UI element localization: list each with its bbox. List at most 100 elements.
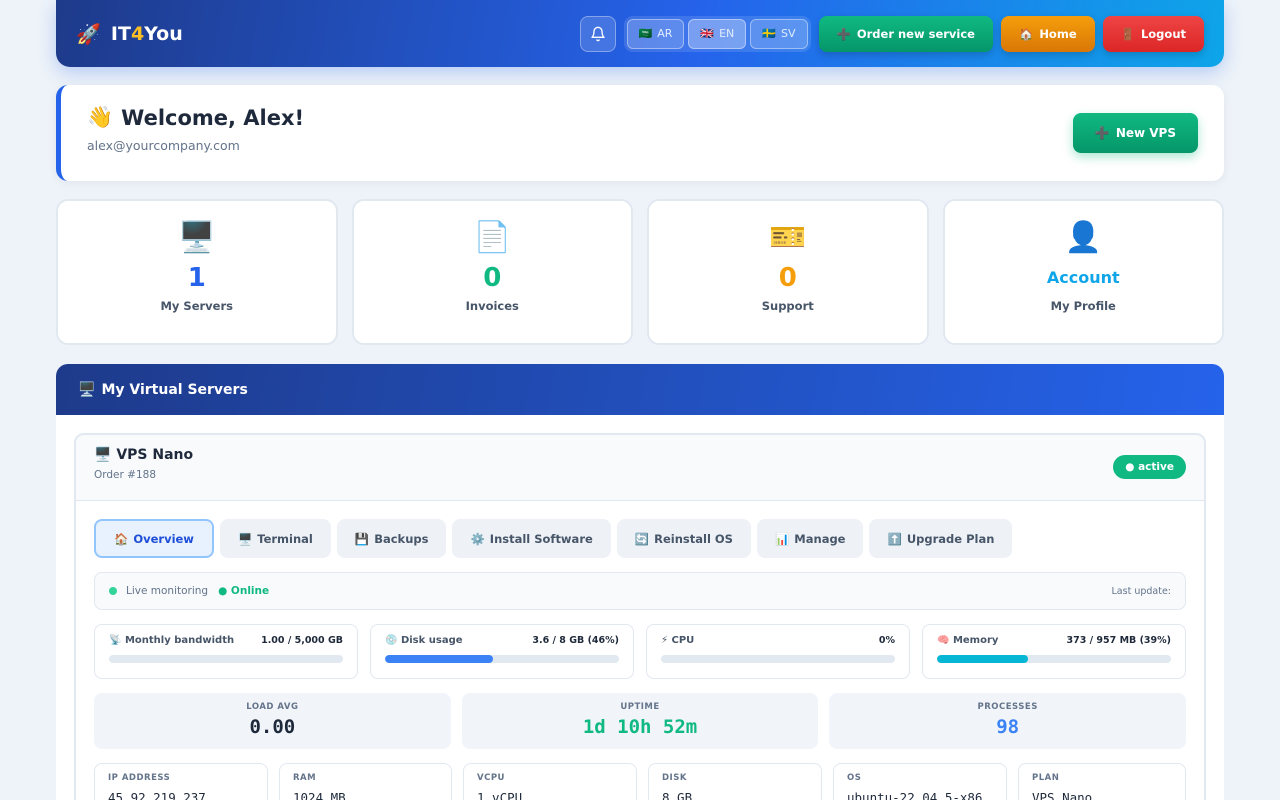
info-caption: RAM (293, 773, 317, 783)
uk-flag-icon: 🇬🇧 (700, 27, 715, 40)
meter-name: Disk usage (400, 635, 463, 646)
section-title: My Virtual Servers (101, 381, 248, 398)
meter-name: Memory (952, 635, 999, 646)
info-ram: RAM 1024 MB (279, 763, 452, 800)
progress-bar (109, 655, 343, 663)
tab-overview[interactable]: 🏠 Overview (94, 519, 214, 558)
tab-label: Backups (374, 531, 429, 546)
stat-processes: PROCESSES 98 (829, 693, 1187, 749)
info-caption: PLAN (1032, 773, 1060, 783)
info-caption: VCPU (477, 773, 505, 783)
lang-button-en[interactable]: 🇬🇧 EN (688, 18, 747, 49)
stat-number: 98 (996, 716, 1020, 738)
server-info-grid: IP ADDRESS 45.92.219.237 RAM 1024 MB VCP… (94, 763, 1186, 800)
meter-name: CPU (671, 635, 695, 646)
disc-icon: 💿 (385, 635, 398, 646)
info-value: 8 GB (662, 790, 693, 800)
tab-terminal[interactable]: 🖥️ Terminal (219, 519, 331, 558)
welcome-heading: 👋 Welcome, Alex! (87, 105, 1198, 130)
bar-chart-icon: 📊 (774, 531, 790, 546)
system-stats: LOAD AVG 0.00 UPTIME 1d 10h 52m PROCESSE… (94, 693, 1187, 749)
brand-logo[interactable]: 🚀 IT4You (76, 22, 183, 46)
servers-section-header: 🖥️ My Virtual Servers (56, 364, 1224, 415)
info-caption: OS (847, 773, 862, 783)
progress-bar (385, 655, 619, 663)
stat-card-account[interactable]: 👤 Account My Profile (942, 199, 1224, 345)
button-label: New VPS (1115, 126, 1176, 140)
plus-icon: ➕ (836, 26, 851, 41)
computer-icon: 🖥️ (94, 447, 112, 463)
home-button[interactable]: 🏠 Home (1000, 15, 1095, 52)
meter-amount: 373 / 957 MB (39%) (1066, 635, 1171, 646)
vps-tabs: 🏠 Overview 🖥️ Terminal 💾 Backups ⚙️ Install … (94, 519, 1013, 558)
plus-icon: ➕ (1094, 126, 1110, 140)
meter-disk: 💿 Disk usage 3.6 / 8 GB (46%) (370, 624, 634, 679)
usage-meters: 📡 Monthly bandwidth 1.00 / 5,000 GB 💿 Dis… (94, 624, 1186, 679)
logout-button[interactable]: 🚪 Logout (1102, 15, 1204, 52)
lang-label: EN (719, 27, 735, 40)
new-vps-button[interactable]: ➕ New VPS (1072, 113, 1198, 153)
door-icon: 🚪 (1120, 26, 1135, 41)
stat-caption: LOAD AVG (246, 702, 299, 712)
stat-caption: PROCESSES (977, 702, 1038, 712)
user-email: alex@yourcompany.com (87, 138, 240, 153)
tab-backups[interactable]: 💾 Backups (336, 519, 447, 558)
info-ip-address: IP ADDRESS 45.92.219.237 (94, 763, 268, 800)
tab-label: Upgrade Plan (906, 531, 995, 546)
progress-fill (937, 655, 1029, 663)
info-caption: IP ADDRESS (108, 773, 171, 783)
info-value: VPS Nano (1032, 790, 1093, 800)
brain-icon: 🧠 (937, 635, 950, 646)
refresh-icon: 🔄 (634, 531, 650, 546)
meter-amount: 1.00 / 5,000 GB (261, 635, 343, 646)
sweden-flag-icon: 🇸🇪 (762, 27, 776, 40)
meter-memory: 🧠 Memory 373 / 957 MB (39%) (922, 624, 1186, 679)
vps-title: 🖥️ VPS Nano (94, 447, 1186, 463)
meter-name: Monthly bandwidth (124, 635, 235, 646)
status-badge: ● active (1113, 455, 1186, 479)
stat-uptime: UPTIME 1d 10h 52m (461, 693, 819, 749)
info-value[interactable]: 45.92.219.237 (108, 790, 254, 800)
bell-icon (590, 26, 605, 41)
tab-manage[interactable]: 📊 Manage (756, 519, 864, 558)
satellite-icon: 📡 (109, 635, 122, 646)
user-icon: 👤 (1064, 220, 1102, 255)
tab-upgrade-plan[interactable]: ⬆️ Upgrade Plan (869, 519, 1013, 558)
greeting-text: Welcome, Alex! (121, 105, 305, 130)
info-value: 1024 MB (293, 790, 346, 800)
order-number: Order #188 (94, 469, 157, 481)
vps-card: 🖥️ VPS Nano Order #188 ● active 🏠 Overvie… (74, 433, 1206, 800)
stat-label: Invoices (465, 299, 519, 313)
live-monitoring-label: Live monitoring (126, 585, 209, 597)
tab-label: Terminal (257, 531, 313, 546)
tab-reinstall-os[interactable]: 🔄 Reinstall OS (616, 519, 751, 558)
info-value: 1 vCPU (477, 790, 523, 800)
home-icon: 🏠 (1018, 26, 1034, 41)
language-switcher: 🇸🇦 AR 🇬🇧 EN 🇸🇪 SV (623, 15, 811, 52)
stat-card-support[interactable]: 🎫 0 Support (647, 199, 929, 345)
lang-button-ar[interactable]: 🇸🇦 AR (626, 18, 685, 49)
computer-icon: 🖥️ (178, 220, 216, 255)
stat-load-avg: LOAD AVG 0.00 (94, 693, 451, 749)
vps-name: VPS Nano (116, 447, 194, 463)
stat-value: 0 (483, 263, 502, 293)
live-monitoring-bar: Live monitoring ● Online Last update: (94, 572, 1186, 610)
progress-bar (937, 655, 1171, 663)
lang-button-sv[interactable]: 🇸🇪 SV (750, 18, 808, 49)
order-new-service-button[interactable]: ➕ Order new service (818, 15, 993, 52)
info-value: ubuntu-22.04.5-x86 (847, 790, 983, 800)
notifications-button[interactable] (579, 15, 616, 52)
tab-install-software[interactable]: ⚙️ Install Software (452, 519, 611, 558)
stat-card-servers[interactable]: 🖥️ 1 My Servers (56, 199, 338, 345)
stat-value: 0 (778, 263, 797, 293)
info-plan: PLAN VPS Nano (1018, 763, 1186, 800)
tab-label: Manage (794, 531, 846, 546)
virtual-servers-panel: 🖥️ My Virtual Servers 🖥️ VPS Nano Order … (56, 364, 1224, 800)
computer-icon: 🖥️ (237, 531, 253, 546)
progress-fill (385, 655, 493, 663)
waving-hand-icon: 👋 (87, 105, 114, 129)
lang-label: AR (657, 27, 673, 40)
stat-card-invoices[interactable]: 📄 0 Invoices (351, 199, 633, 345)
top-navbar: 🚀 IT4You 🇸🇦 AR 🇬🇧 EN 🇸🇪 SV ➕ Order new servi… (56, 0, 1224, 67)
last-update-label: Last update: (1111, 585, 1171, 597)
